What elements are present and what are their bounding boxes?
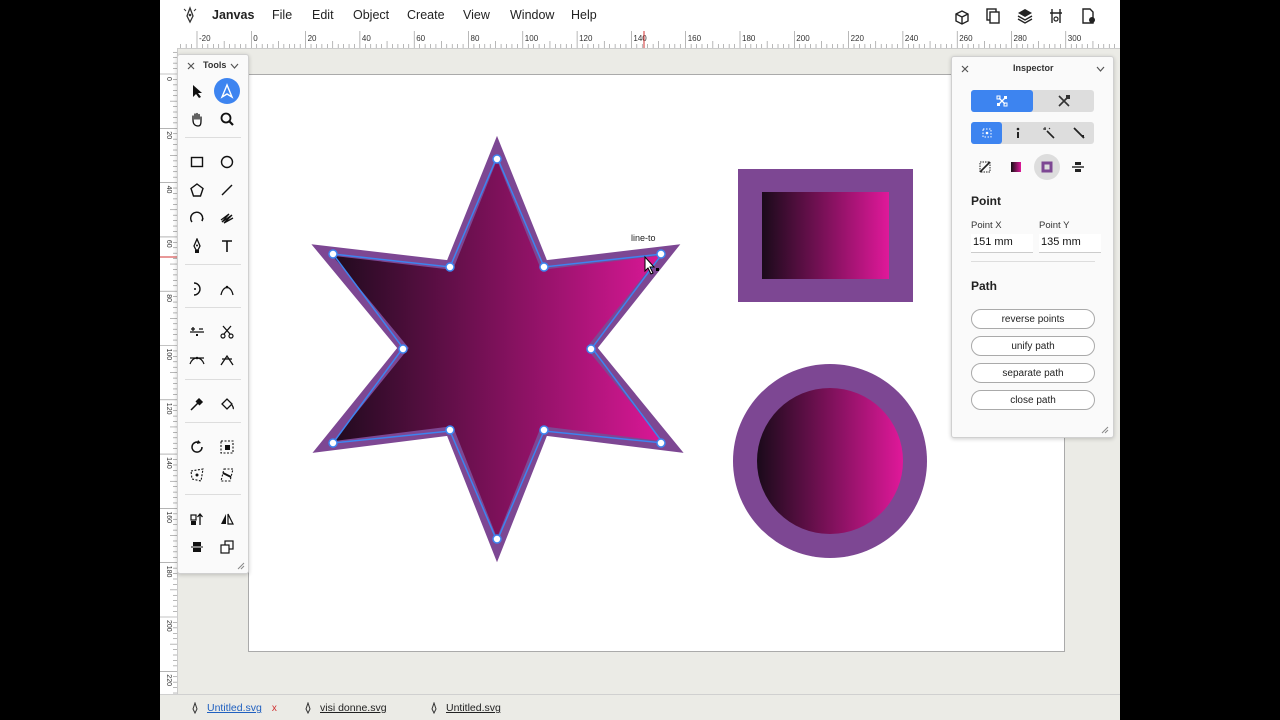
curve-tool-icon[interactable] <box>214 276 240 302</box>
app-logo-icon <box>431 702 437 714</box>
reverse-points-button[interactable]: reverse points <box>971 309 1095 329</box>
smooth-point-icon[interactable] <box>184 347 210 373</box>
anchor-point[interactable] <box>586 344 596 354</box>
anchor-point[interactable] <box>539 425 549 435</box>
tab-untitled-2[interactable]: Untitled.svg <box>428 695 501 720</box>
tab-untitled-1[interactable]: Untitled.svg x <box>189 695 277 720</box>
paint-bucket-icon[interactable] <box>214 391 240 417</box>
hand-icon[interactable] <box>184 106 210 132</box>
edit-mode-icon[interactable] <box>1033 90 1094 112</box>
scale-icon[interactable] <box>214 434 240 460</box>
point-mode-icon[interactable] <box>971 90 1033 112</box>
hover-tooltip: line-to <box>631 233 656 243</box>
duplicate-icon[interactable] <box>214 534 240 560</box>
anchor-point[interactable] <box>656 249 666 259</box>
add-remove-point-icon[interactable] <box>184 319 210 345</box>
anchor-point[interactable] <box>398 344 408 354</box>
distribute-icon[interactable] <box>1065 154 1091 180</box>
reflect-icon[interactable] <box>214 506 240 532</box>
anchor-point[interactable] <box>445 262 455 272</box>
scissors-icon[interactable] <box>214 319 240 345</box>
star-shape[interactable] <box>311 135 684 563</box>
point-y-label: Point Y <box>1039 220 1070 231</box>
text-icon[interactable] <box>214 233 240 259</box>
rotate-icon[interactable] <box>184 434 210 460</box>
app-window: Janvas File Edit Object Create View Wind… <box>160 0 1120 720</box>
app-logo-icon <box>192 702 198 714</box>
divider <box>971 261 1095 262</box>
freehand-icon[interactable] <box>214 205 240 231</box>
close-path-button[interactable]: close path <box>971 390 1095 410</box>
tab-label: Untitled.svg <box>446 702 501 714</box>
stroke-fill-icon[interactable] <box>1034 154 1060 180</box>
anchor-point[interactable] <box>328 249 338 259</box>
tools-panel-title: Tools <box>203 60 227 70</box>
close-icon[interactable] <box>961 65 969 73</box>
unify-path-button[interactable]: unify path <box>971 336 1095 356</box>
mode-segmented-control <box>971 90 1094 112</box>
info-icon[interactable] <box>1002 122 1033 144</box>
resize-grip-icon[interactable] <box>1101 426 1109 434</box>
pen-nib-icon[interactable] <box>1064 122 1094 144</box>
arc-icon[interactable] <box>184 205 210 231</box>
point-y-field[interactable]: 135 mm <box>1039 234 1101 253</box>
zoom-icon[interactable] <box>214 106 240 132</box>
tab-label: Untitled.svg <box>207 702 262 714</box>
point-x-field[interactable]: 151 mm <box>971 234 1033 253</box>
eyedropper-icon[interactable] <box>184 391 210 417</box>
anchor-point[interactable] <box>656 438 666 448</box>
half-circle-icon[interactable] <box>184 276 210 302</box>
sub-mode-segmented-control <box>971 122 1094 144</box>
selection-arrow-icon[interactable] <box>184 78 210 104</box>
chevron-down-icon[interactable] <box>230 63 239 69</box>
anchor-point[interactable] <box>492 154 502 164</box>
tab-visi-donne[interactable]: visi donne.svg <box>302 695 387 720</box>
line-icon[interactable] <box>214 177 240 203</box>
point-x-label: Point X <box>971 220 1002 231</box>
align-top-icon[interactable] <box>184 506 210 532</box>
anchor-point[interactable] <box>328 438 338 448</box>
separate-path-button[interactable]: separate path <box>971 363 1095 383</box>
distort-icon[interactable] <box>184 462 210 488</box>
ellipse-icon[interactable] <box>214 149 240 175</box>
polygon-icon[interactable] <box>184 177 210 203</box>
chevron-down-icon[interactable] <box>1096 66 1105 72</box>
shear-icon[interactable] <box>214 462 240 488</box>
rectangle-icon[interactable] <box>184 149 210 175</box>
tab-close-button[interactable]: x <box>272 703 277 714</box>
tab-label: visi donne.svg <box>320 702 387 714</box>
no-fill-icon[interactable] <box>972 154 998 180</box>
points-select-icon[interactable] <box>971 122 1002 144</box>
path-section-title: Path <box>971 279 998 293</box>
anchor-point[interactable] <box>539 262 549 272</box>
align-center-icon[interactable] <box>184 534 210 560</box>
anchor-point[interactable] <box>492 534 502 544</box>
gradient-fill-icon[interactable] <box>1003 154 1029 180</box>
inspector-panel: Inspector Point Point X 151 mm Point Y 1… <box>951 56 1114 438</box>
app-logo-icon <box>305 702 311 714</box>
circle-shape[interactable] <box>733 364 927 558</box>
inspector-title: Inspector <box>1013 63 1054 73</box>
direct-selection-icon[interactable] <box>214 78 240 104</box>
tools-panel: Tools <box>177 54 249 574</box>
rectangle-shape[interactable] <box>738 169 913 302</box>
corner-point-icon[interactable] <box>214 347 240 373</box>
resize-grip-icon[interactable] <box>237 562 245 570</box>
pen-icon[interactable] <box>184 233 210 259</box>
point-section-title: Point <box>971 194 1001 208</box>
close-icon[interactable] <box>187 62 195 70</box>
document-tab-bar: Untitled.svg x visi donne.svg Untitled.s… <box>160 694 1120 720</box>
anchor-point[interactable] <box>445 425 455 435</box>
magic-wand-icon[interactable] <box>1033 122 1064 144</box>
